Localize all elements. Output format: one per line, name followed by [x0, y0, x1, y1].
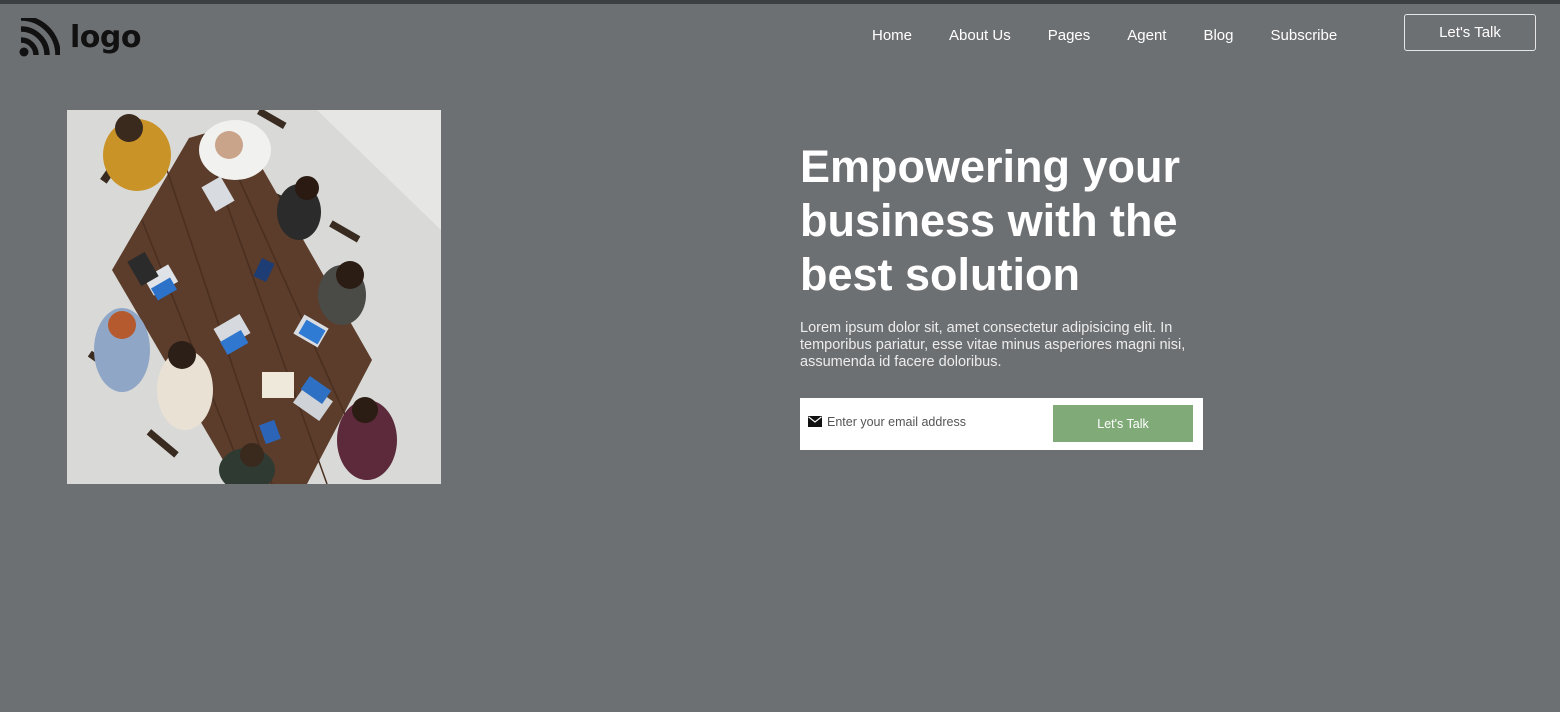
feed-icon	[19, 18, 60, 57]
email-signup-form: Let's Talk	[800, 398, 1203, 450]
logo[interactable]: logo	[18, 18, 141, 58]
hero-image	[67, 110, 441, 484]
hero-description: Lorem ipsum dolor sit, amet consectetur …	[800, 320, 1186, 370]
nav-about-us[interactable]: About Us	[949, 27, 1011, 44]
nav-subscribe[interactable]: Subscribe	[1271, 27, 1338, 44]
hero-title: Empowering your business with the best s…	[800, 141, 1181, 300]
lets-talk-header-button[interactable]: Let's Talk	[1404, 14, 1536, 51]
main-nav: Home About Us Pages Agent Blog Subscribe	[872, 27, 1374, 44]
nav-pages[interactable]: Pages	[1048, 27, 1091, 44]
logo-text: logo	[70, 20, 141, 55]
team-meeting-illustration	[67, 110, 441, 484]
email-input[interactable]	[827, 411, 1047, 433]
nav-home[interactable]: Home	[872, 27, 912, 44]
nav-agent[interactable]: Agent	[1127, 27, 1166, 44]
site-header: logo Home About Us Pages Agent Blog Subs…	[0, 4, 1560, 70]
nav-blog[interactable]: Blog	[1203, 27, 1233, 44]
lets-talk-submit-button[interactable]: Let's Talk	[1053, 405, 1193, 442]
envelope-icon	[808, 416, 822, 427]
